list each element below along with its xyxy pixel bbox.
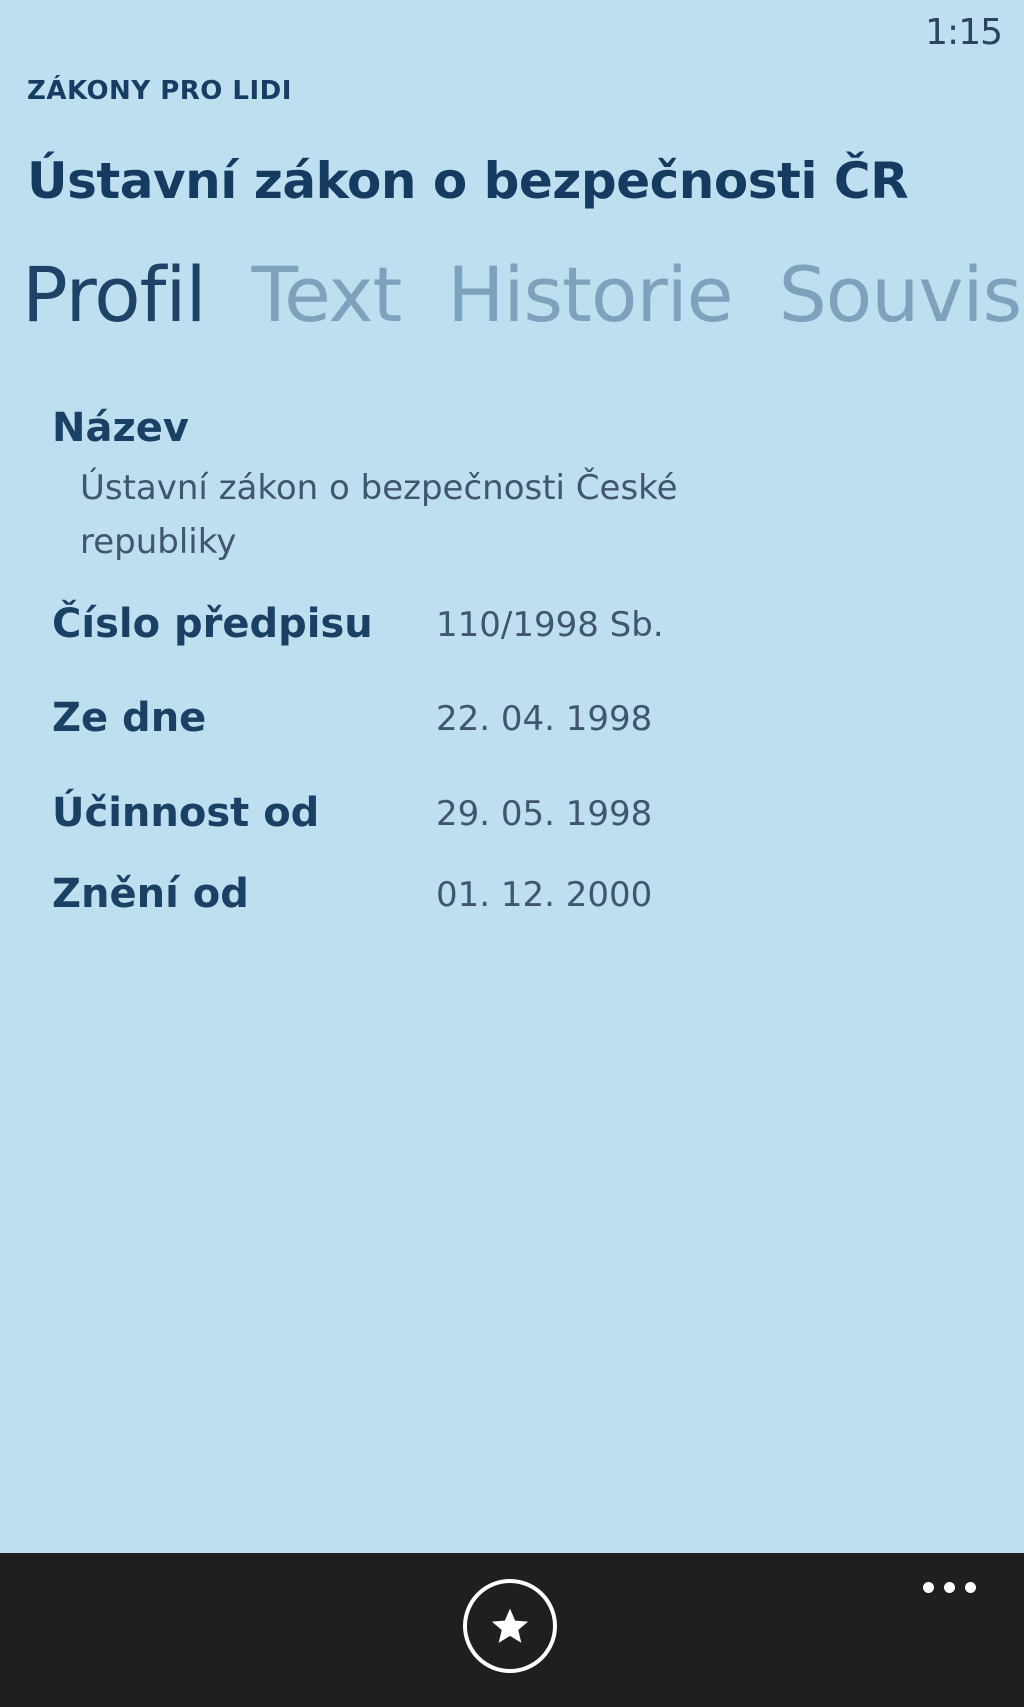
page-title: Ústavní zákon o bezpečnosti ČR	[27, 152, 909, 210]
app-name: ZÁKONY PRO LIDI	[27, 76, 292, 106]
name-label: Název	[52, 405, 189, 451]
pivot-tabs: Profil Text Historie Souvis	[22, 250, 1024, 360]
field-value: 110/1998 Sb.	[436, 605, 664, 645]
status-time: 1:15	[925, 12, 1003, 53]
field-label: Znění od	[52, 871, 249, 917]
star-icon	[491, 1608, 529, 1643]
tab-profil[interactable]: Profil	[22, 250, 207, 339]
more-icon	[923, 1581, 934, 1593]
tab-text[interactable]: Text	[252, 250, 403, 339]
field-value: 01. 12. 2000	[436, 875, 653, 915]
tab-souvisejici[interactable]: Souvis	[779, 250, 1023, 339]
field-label: Účinnost od	[52, 790, 320, 836]
field-value: 22. 04. 1998	[436, 699, 653, 739]
field-label: Číslo předpisu	[52, 601, 373, 647]
favorite-button[interactable]	[463, 1579, 557, 1673]
profile-content: Název Ústavní zákon o bezpečnosti České …	[52, 405, 982, 917]
field-label: Ze dne	[52, 695, 207, 741]
field-value: 29. 05. 1998	[436, 794, 653, 834]
app-bar	[0, 1553, 1024, 1707]
more-button[interactable]	[923, 1577, 976, 1597]
name-value: Ústavní zákon o bezpečnosti České republ…	[80, 468, 678, 562]
tab-historie[interactable]: Historie	[447, 250, 733, 339]
